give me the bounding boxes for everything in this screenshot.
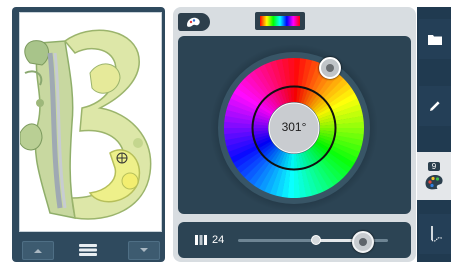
spectrum-bar-icon (260, 16, 300, 26)
slider-handle-center (359, 238, 367, 246)
caret-down-icon (140, 248, 148, 252)
color-palette-tab[interactable] (255, 12, 305, 30)
stitch-needle-button[interactable] (419, 214, 451, 254)
edit-button[interactable] (419, 86, 451, 126)
slider-min-marker (311, 235, 321, 245)
paint-brush-icon (187, 17, 200, 27)
needle-thread-icon (431, 226, 443, 242)
scroll-left-button[interactable] (22, 241, 54, 260)
color-wheel-tab[interactable] (178, 13, 210, 31)
thread-width-slider-area: 24 (178, 222, 411, 258)
slider-handle[interactable] (352, 231, 374, 253)
color-palette-button[interactable]: 9 (417, 152, 451, 200)
stripes-icon (195, 235, 207, 245)
color-count-badge: 9 (427, 162, 441, 171)
open-folder-button[interactable] (419, 19, 451, 59)
folder-icon (428, 35, 442, 45)
hue-knob[interactable] (319, 57, 341, 79)
layers-button[interactable] (70, 241, 106, 259)
pencil-icon (430, 101, 440, 111)
palette-icon (425, 175, 443, 190)
color-wheel-area: 301° (178, 36, 411, 214)
embroidery-design-image (19, 29, 152, 220)
slider-value-label: 24 (212, 234, 225, 246)
hue-knob-center (326, 64, 334, 72)
hue-degree-label: 301° (281, 120, 307, 134)
embroidery-preview[interactable] (19, 12, 162, 232)
scroll-right-button[interactable] (128, 241, 160, 260)
layers-icon (79, 244, 97, 256)
caret-up-icon (34, 249, 42, 253)
